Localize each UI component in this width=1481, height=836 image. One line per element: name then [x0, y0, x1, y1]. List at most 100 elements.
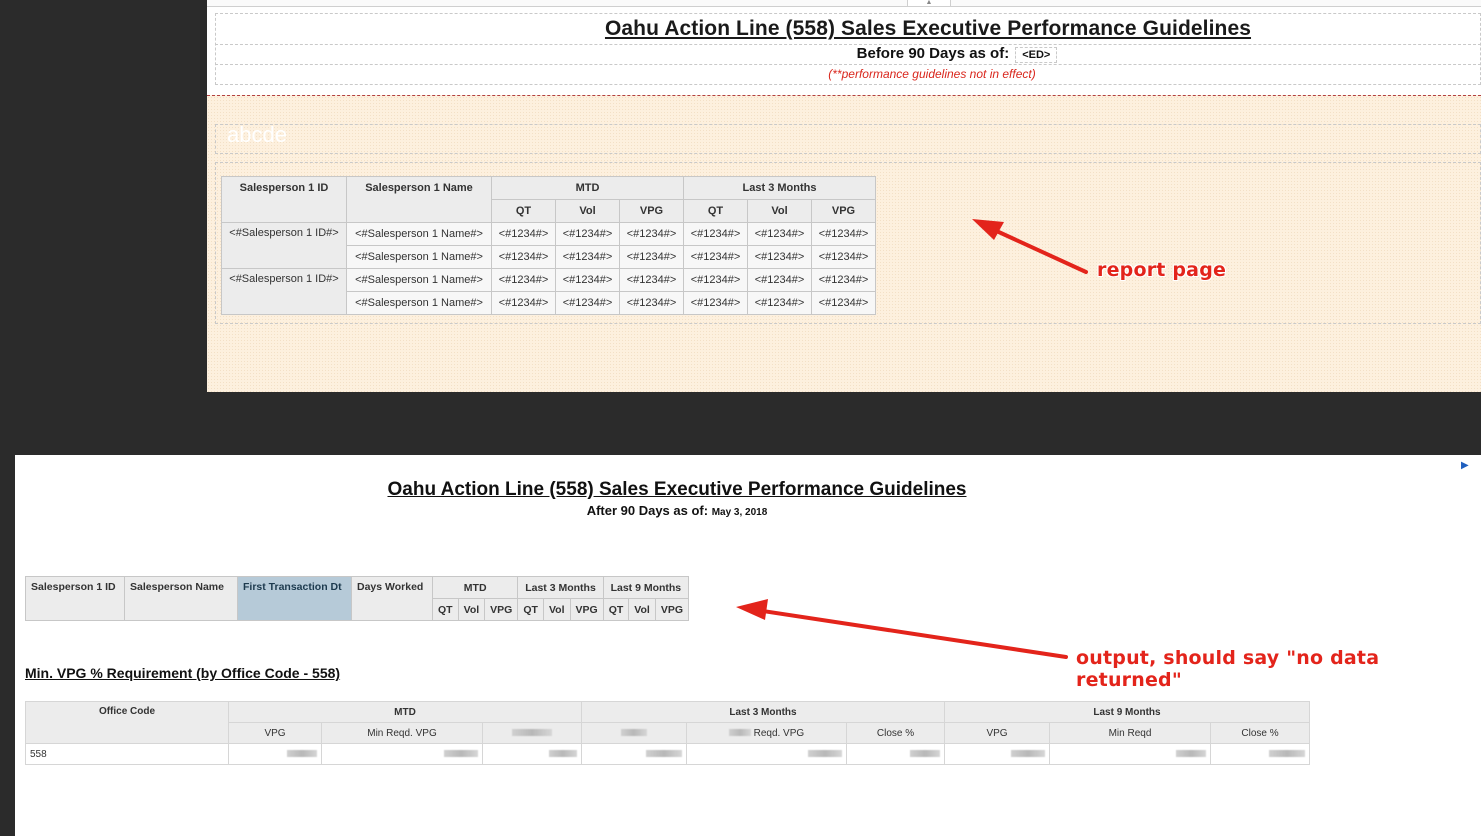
cell-value[interactable]: <#1234#> — [619, 268, 684, 292]
out-header-col: Vol — [457, 598, 486, 621]
blurred-text — [808, 750, 842, 758]
cell-value[interactable]: <#1234#> — [619, 245, 684, 269]
header-salesperson-id[interactable]: Salesperson 1 ID — [221, 176, 347, 223]
output-preview: ▶ Oahu Action Line (558) Sales Executive… — [15, 455, 1481, 836]
collapse-up-icon[interactable]: ▲ — [907, 0, 951, 7]
out-header-col: QT — [602, 598, 630, 621]
table-row[interactable]: <#Salesperson 1 ID#> <#Salesperson 1 Nam… — [221, 222, 876, 269]
cell-salesperson-name[interactable]: <#Salesperson 1 Name#> — [346, 291, 492, 315]
out-header-last-9-months: Last 9 Months — [602, 576, 690, 599]
header-col[interactable]: Vol — [555, 199, 620, 223]
table-row[interactable]: <#Salesperson 1 ID#> <#Salesperson 1 Nam… — [221, 268, 876, 315]
cell-value[interactable]: <#1234#> — [619, 291, 684, 315]
cell-value[interactable]: <#1234#> — [491, 222, 556, 246]
blurred-text — [549, 750, 577, 758]
header-col[interactable]: QT — [683, 199, 748, 223]
cell-value[interactable]: <#1234#> — [747, 245, 812, 269]
blurred-text — [646, 750, 682, 758]
blurred-text — [1176, 750, 1206, 758]
office-col-header: VPG — [944, 722, 1050, 744]
blurred-text — [512, 729, 552, 737]
header-col[interactable]: QT — [491, 199, 556, 223]
guidelines-note[interactable]: (**performance guidelines not in effect) — [707, 67, 1157, 81]
designer-table[interactable]: Salesperson 1 ID Salesperson 1 Name MTD … — [221, 176, 876, 315]
office-col-header: Close % — [1210, 722, 1310, 744]
office-col-header: Min Reqd. VPG — [321, 722, 483, 744]
blurred-cell — [1049, 743, 1211, 765]
header-col[interactable]: Vol — [747, 199, 812, 223]
out-header-col: Vol — [628, 598, 656, 621]
cell-value[interactable]: <#1234#> — [619, 222, 684, 246]
blurred-text — [910, 750, 940, 758]
blurred-cell — [686, 743, 847, 765]
header-mtd[interactable]: MTD — [491, 176, 684, 200]
output-subtitle-prefix: After 90 Days as of: — [586, 503, 709, 518]
output-table: Salesperson 1 ID Salesperson Name First … — [25, 576, 690, 621]
out-header-col: QT — [432, 598, 459, 621]
out-header-col: QT — [517, 598, 544, 621]
text-placeholder-box[interactable] — [215, 124, 1481, 154]
office-col-header-blurred — [581, 722, 687, 744]
cell-value[interactable]: <#1234#> — [491, 291, 556, 315]
report-title[interactable]: Oahu Action Line (558) Sales Executive P… — [585, 17, 1271, 41]
blurred-cell — [321, 743, 483, 765]
cell-value[interactable]: <#1234#> — [683, 291, 748, 315]
out-header-col: VPG — [569, 598, 604, 621]
office-col-header: Reqd. VPG — [686, 722, 847, 744]
header-salesperson-name[interactable]: Salesperson 1 Name — [346, 176, 492, 223]
cell-value[interactable]: <#1234#> — [683, 268, 748, 292]
cell-value[interactable]: <#1234#> — [811, 245, 876, 269]
out-header-col: VPG — [484, 598, 519, 621]
blurred-text — [728, 729, 751, 737]
play-icon[interactable]: ▶ — [1461, 460, 1469, 471]
blurred-cell — [846, 743, 945, 765]
cell-value[interactable]: <#1234#> — [683, 222, 748, 246]
cell-value[interactable]: <#1234#> — [555, 268, 620, 292]
cell-value[interactable]: <#1234#> — [555, 291, 620, 315]
placeholder-text[interactable]: abcde — [227, 122, 287, 148]
blurred-text — [444, 750, 478, 758]
office-mtd-header: MTD — [228, 701, 582, 723]
output-subtitle: After 90 Days as of: May 3, 2018 — [15, 503, 1339, 518]
office-col-label: Reqd. VPG — [753, 727, 805, 739]
cell-value[interactable]: <#1234#> — [747, 222, 812, 246]
cell-value[interactable]: <#1234#> — [491, 268, 556, 292]
cell-value[interactable]: <#1234#> — [811, 268, 876, 292]
cell-salesperson-name[interactable]: <#Salesperson 1 Name#> — [346, 268, 492, 292]
cell-salesperson-id[interactable]: <#Salesperson 1 ID#> — [221, 222, 347, 269]
report-subtitle[interactable]: Before 90 Days as of: <ED> — [707, 45, 1207, 63]
header-col[interactable]: VPG — [811, 199, 876, 223]
annotation-output: output, should say "no data returned" — [1076, 647, 1380, 691]
blurred-cell — [581, 743, 687, 765]
blurred-cell — [482, 743, 582, 765]
subtitle-prefix: Before 90 Days as of: — [856, 45, 1010, 62]
office-last3-header: Last 3 Months — [581, 701, 945, 723]
out-header-first-transaction: First Transaction Dt — [237, 576, 352, 621]
blurred-cell — [228, 743, 322, 765]
blurred-text — [1269, 750, 1305, 758]
designer-collapse-bar[interactable]: ▲ — [207, 0, 1481, 7]
blurred-cell — [944, 743, 1050, 765]
cell-value[interactable]: <#1234#> — [555, 222, 620, 246]
cell-value[interactable]: <#1234#> — [747, 268, 812, 292]
cell-value[interactable]: <#1234#> — [491, 245, 556, 269]
cell-value[interactable]: <#1234#> — [555, 245, 620, 269]
ed-token-field[interactable]: <ED> — [1015, 47, 1058, 63]
office-last9-header: Last 9 Months — [944, 701, 1310, 723]
cell-value[interactable]: <#1234#> — [811, 291, 876, 315]
out-header-mtd: MTD — [431, 576, 519, 599]
blurred-cell — [1210, 743, 1310, 765]
table-row: 558 — [25, 743, 1310, 765]
cell-value[interactable]: <#1234#> — [747, 291, 812, 315]
cell-salesperson-id[interactable]: <#Salesperson 1 ID#> — [221, 268, 347, 315]
output-date: May 3, 2018 — [711, 507, 768, 518]
cell-value[interactable]: <#1234#> — [683, 245, 748, 269]
office-code-table: Office Code MTD Last 3 Months Last 9 Mon… — [25, 701, 1310, 765]
header-last-3-months[interactable]: Last 3 Months — [683, 176, 876, 200]
header-col[interactable]: VPG — [619, 199, 684, 223]
report-designer-canvas[interactable]: ▲ Oahu Action Line (558) Sales Executive… — [207, 0, 1481, 392]
out-header-col: Vol — [542, 598, 571, 621]
cell-value[interactable]: <#1234#> — [811, 222, 876, 246]
cell-salesperson-name[interactable]: <#Salesperson 1 Name#> — [346, 222, 492, 246]
cell-salesperson-name[interactable]: <#Salesperson 1 Name#> — [346, 245, 492, 269]
